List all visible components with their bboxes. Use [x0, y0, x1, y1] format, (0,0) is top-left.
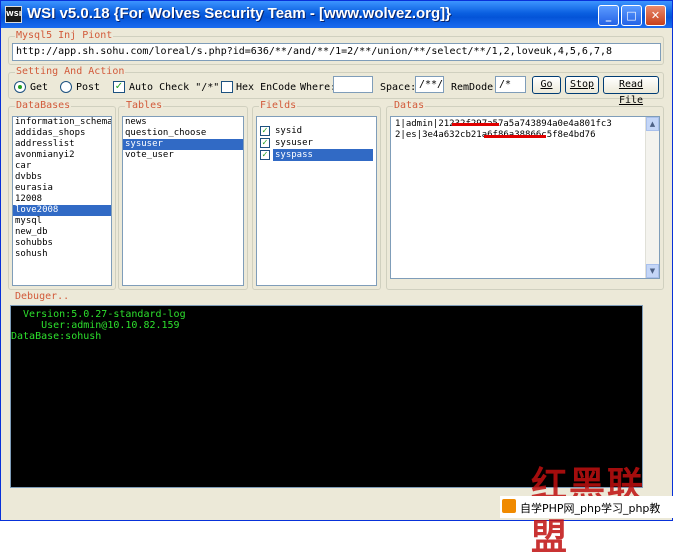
field-label: sysuser	[275, 138, 313, 148]
field-checkbox[interactable]: ✓	[260, 150, 270, 160]
database-item[interactable]: dvbbs	[13, 172, 111, 183]
app-window: WSI WSI v5.0.18 {For Wolves Security Tea…	[0, 0, 673, 558]
tables-list[interactable]: news question_choose sysuser vote_user	[122, 116, 244, 286]
table-item[interactable]: news	[123, 117, 243, 128]
post-radio[interactable]	[60, 81, 72, 93]
title-bar[interactable]: WSI WSI v5.0.18 {For Wolves Security Tea…	[1, 1, 672, 28]
window-title: WSI v5.0.18 {For Wolves Security Team - …	[27, 5, 452, 22]
database-item[interactable]: car	[13, 161, 111, 172]
datas-scrollbar[interactable]: ▲ ▼	[645, 117, 659, 278]
get-radio[interactable]	[14, 81, 26, 93]
debug-line: DataBase:sohush	[11, 331, 102, 342]
footer-text: 自学PHP网_php学习_php教	[520, 502, 661, 515]
field-label: sysid	[275, 126, 303, 136]
database-item[interactable]: sohubbs	[13, 238, 111, 249]
database-item[interactable]: addresslist	[13, 139, 111, 150]
where-input[interactable]	[333, 76, 373, 93]
settings-group: Setting And Action Get Post ✓ Auto Check…	[8, 66, 664, 106]
remdode-input[interactable]: /*	[495, 76, 526, 93]
field-item[interactable]: ✓ sysid	[257, 125, 376, 137]
database-item[interactable]: mysql	[13, 216, 111, 227]
auto-check-label: Auto Check "/*"	[129, 82, 220, 93]
fields-list[interactable]: ✓ sysid ✓ sysuser ✓ syspass	[256, 116, 377, 286]
database-item[interactable]: sohush	[13, 249, 111, 260]
hex-encode-checkbox[interactable]	[221, 81, 233, 93]
redaction-mark	[484, 135, 546, 138]
inj-url-input[interactable]: http://app.sh.sohu.com/loreal/s.php?id=6…	[12, 43, 661, 61]
field-checkbox[interactable]: ✓	[260, 126, 270, 136]
read-file-button[interactable]: Read File	[603, 76, 659, 106]
wsi-app-icon: WSI	[5, 6, 22, 23]
data-row: 1|admin|21232f297a57a5a743894a0e4a801fc3	[395, 119, 612, 129]
maximize-button[interactable]: □	[621, 5, 642, 26]
field-checkbox[interactable]: ✓	[260, 138, 270, 148]
post-label: Post	[76, 82, 101, 93]
close-button[interactable]: ✕	[645, 5, 666, 26]
space-input[interactable]: /**/	[415, 76, 444, 93]
database-item-selected[interactable]: love2008	[13, 205, 111, 216]
auto-check-checkbox[interactable]: ✓	[113, 81, 125, 93]
debug-line: Version:5.0.27-standard-log	[11, 309, 186, 320]
database-item[interactable]: information_schema	[13, 117, 111, 128]
field-item-selected[interactable]: ✓ syspass	[257, 149, 376, 161]
table-item[interactable]: question_choose	[123, 128, 243, 139]
tables-label: Tables	[125, 100, 164, 111]
databases-group: DataBases information_schema addidas_sho…	[8, 100, 116, 290]
table-item[interactable]: vote_user	[123, 150, 243, 161]
debug-line: User:admin@10.10.82.159	[11, 320, 180, 331]
settings-label: Setting And Action	[15, 66, 126, 77]
table-item-selected[interactable]: sysuser	[123, 139, 243, 150]
database-item[interactable]: addidas_shops	[13, 128, 111, 139]
databases-label: DataBases	[15, 100, 72, 111]
where-label: Where:	[300, 82, 337, 93]
inj-point-label: Mysql5 Inj Piont	[15, 30, 114, 41]
database-item[interactable]: 12008	[13, 194, 111, 205]
get-label: Get	[30, 82, 49, 93]
inj-point-group: Mysql5 Inj Piont http://app.sh.sohu.com/…	[8, 30, 664, 65]
fields-label: Fields	[259, 100, 298, 111]
remdode-label: RemDode:	[451, 82, 500, 93]
fields-group: Fields ✓ sysid ✓ sysuser ✓ syspass	[252, 100, 381, 290]
debugger-label: Debuger..	[14, 291, 71, 302]
field-label: syspass	[273, 149, 373, 161]
databases-list[interactable]: information_schema addidas_shops address…	[12, 116, 112, 286]
database-item[interactable]: avonmianyi2	[13, 150, 111, 161]
datas-textarea[interactable]: 1|admin|21232f297a57a5a743894a0e4a801fc3…	[390, 116, 660, 279]
minimize-button[interactable]: _	[598, 5, 619, 26]
datas-group: Datas 1|admin|21232f297a57a5a743894a0e4a…	[386, 100, 664, 290]
go-button[interactable]: Go	[532, 76, 561, 94]
tables-group: Tables news question_choose sysuser vote…	[118, 100, 248, 290]
redaction-mark	[452, 123, 499, 126]
space-label: Space:	[380, 82, 417, 93]
database-item[interactable]: eurasia	[13, 183, 111, 194]
hex-encode-label: Hex EnCode	[236, 82, 297, 93]
field-item[interactable]: ✓ sysuser	[257, 137, 376, 149]
footer-banner: 自学PHP网_php学习_php教	[500, 496, 673, 518]
stop-button[interactable]: Stop	[565, 76, 599, 94]
database-item[interactable]: new_db	[13, 227, 111, 238]
site-logo-icon	[502, 499, 516, 513]
datas-label: Datas	[393, 100, 426, 111]
scroll-up-icon[interactable]: ▲	[646, 117, 659, 131]
scroll-down-icon[interactable]: ▼	[646, 264, 659, 278]
